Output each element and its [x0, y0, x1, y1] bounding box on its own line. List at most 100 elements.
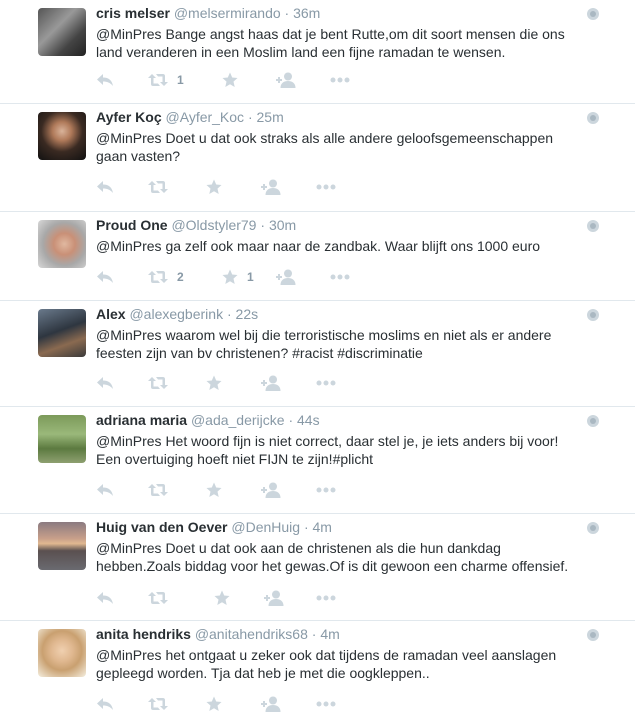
tweet-text: @MinPres ga zelf ook maar naar de zandba… — [96, 238, 541, 254]
author-handle[interactable]: @alexegberink — [129, 306, 223, 322]
timestamp[interactable]: 36m — [293, 5, 320, 21]
author-name[interactable]: Huig van den Oever — [96, 519, 227, 535]
follow-icon[interactable] — [276, 267, 296, 287]
retweet-count: 1 — [177, 73, 184, 87]
star-icon — [206, 482, 222, 498]
author-name[interactable]: Ayfer Koç — [96, 109, 162, 125]
retweet-button[interactable] — [148, 177, 177, 197]
tweet-item[interactable]: cris melser @melsermirando · 36m @MinPre… — [0, 0, 635, 104]
tweet-header: anita hendriks @anitahendriks68 · 4m — [96, 626, 340, 642]
tweet-header: adriana maria @ada_derijcke · 44s — [96, 412, 320, 428]
reply-icon[interactable] — [96, 480, 114, 500]
favorite-button[interactable] — [206, 480, 231, 500]
avatar[interactable] — [38, 8, 86, 56]
more-icon[interactable] — [316, 177, 336, 197]
retweet-button[interactable] — [148, 480, 177, 500]
retweet-icon — [148, 180, 168, 194]
follow-icon[interactable] — [261, 480, 281, 500]
more-icon[interactable] — [316, 694, 336, 714]
more-icon[interactable] — [330, 267, 350, 287]
globe-icon — [587, 629, 599, 641]
tweet-item[interactable]: anita hendriks @anitahendriks68 · 4m @Mi… — [0, 621, 635, 719]
tweet-text: @MinPres het ontgaat u zeker ook dat tij… — [96, 647, 557, 681]
tweet-text: @MinPres Bange angst haas dat je bent Ru… — [96, 26, 565, 60]
reply-icon[interactable] — [96, 70, 114, 90]
avatar[interactable] — [38, 415, 86, 463]
timestamp[interactable]: 4m — [313, 519, 332, 535]
timestamp[interactable]: 30m — [269, 217, 296, 233]
author-handle[interactable]: @anitahendriks68 — [195, 626, 308, 642]
author-name[interactable]: adriana maria — [96, 412, 187, 428]
retweet-button[interactable] — [148, 373, 177, 393]
follow-icon[interactable] — [261, 177, 281, 197]
tweet-header: Alex @alexegberink · 22s — [96, 306, 259, 322]
reply-icon[interactable] — [96, 373, 114, 393]
timestamp[interactable]: 44s — [297, 412, 320, 428]
globe-icon — [587, 220, 599, 232]
favorite-button[interactable] — [214, 588, 239, 608]
tweet-item[interactable]: Alex @alexegberink · 22s @MinPres waarom… — [0, 301, 635, 407]
avatar[interactable] — [38, 309, 86, 357]
author-handle[interactable]: @Oldstyler79 — [171, 217, 256, 233]
timestamp[interactable]: 22s — [236, 306, 259, 322]
follow-icon[interactable] — [261, 694, 281, 714]
reply-icon[interactable] — [96, 177, 114, 197]
follow-icon[interactable] — [264, 588, 284, 608]
author-name[interactable]: Proud One — [96, 217, 168, 233]
retweet-icon — [148, 591, 168, 605]
follow-icon[interactable] — [276, 70, 296, 90]
author-handle[interactable]: @DenHuig — [231, 519, 300, 535]
tweet-item[interactable]: adriana maria @ada_derijcke · 44s @MinPr… — [0, 407, 635, 514]
tweet-header: Huig van den Oever @DenHuig · 4m — [96, 519, 332, 535]
star-icon — [206, 696, 222, 712]
tweet-item[interactable]: Ayfer Koç @Ayfer_Koc · 25m @MinPres Doet… — [0, 104, 635, 212]
retweet-button[interactable]: 1 — [148, 70, 184, 90]
tweet-item[interactable]: Huig van den Oever @DenHuig · 4m @MinPre… — [0, 514, 635, 621]
author-name[interactable]: anita hendriks — [96, 626, 191, 642]
retweet-icon — [148, 697, 168, 711]
author-name[interactable]: cris melser — [96, 5, 170, 21]
star-icon — [222, 269, 238, 285]
globe-icon — [587, 112, 599, 124]
more-icon[interactable] — [330, 70, 350, 90]
star-icon — [206, 179, 222, 195]
reply-icon[interactable] — [96, 588, 114, 608]
favorite-button[interactable]: 1 — [222, 267, 254, 287]
star-icon — [206, 375, 222, 391]
favorite-button[interactable] — [206, 373, 231, 393]
favorite-button[interactable] — [222, 70, 247, 90]
retweet-button[interactable] — [148, 588, 177, 608]
tweet-text: @MinPres Het woord fijn is niet correct,… — [96, 433, 559, 467]
retweet-button[interactable] — [148, 694, 177, 714]
follow-icon[interactable] — [261, 373, 281, 393]
author-handle[interactable]: @ada_derijcke — [191, 412, 285, 428]
retweet-icon — [148, 270, 168, 284]
more-icon[interactable] — [316, 480, 336, 500]
tweet-header: cris melser @melsermirando · 36m — [96, 5, 321, 21]
avatar[interactable] — [38, 112, 86, 160]
tweet-text: @MinPres waarom wel bij die terroristisc… — [96, 327, 552, 361]
retweet-icon — [148, 73, 168, 87]
tweet-item[interactable]: Proud One @Oldstyler79 · 30m @MinPres ga… — [0, 212, 635, 301]
retweet-button[interactable]: 2 — [148, 267, 184, 287]
reply-icon[interactable] — [96, 694, 114, 714]
star-icon — [214, 590, 230, 606]
favorite-button[interactable] — [206, 177, 231, 197]
tweet-header: Ayfer Koç @Ayfer_Koc · 25m — [96, 109, 284, 125]
globe-icon — [587, 522, 599, 534]
tweet-text: @MinPres Doet u dat ook straks als alle … — [96, 130, 554, 164]
avatar[interactable] — [38, 522, 86, 570]
author-handle[interactable]: @Ayfer_Koc — [166, 109, 245, 125]
retweet-icon — [148, 483, 168, 497]
avatar[interactable] — [38, 220, 86, 268]
reply-icon[interactable] — [96, 267, 114, 287]
author-handle[interactable]: @melsermirando — [174, 5, 281, 21]
more-icon[interactable] — [316, 373, 336, 393]
more-icon[interactable] — [316, 588, 336, 608]
timestamp[interactable]: 25m — [257, 109, 284, 125]
avatar[interactable] — [38, 629, 86, 677]
author-name[interactable]: Alex — [96, 306, 126, 322]
favorite-button[interactable] — [206, 694, 231, 714]
timestamp[interactable]: 4m — [320, 626, 339, 642]
globe-icon — [587, 8, 599, 20]
